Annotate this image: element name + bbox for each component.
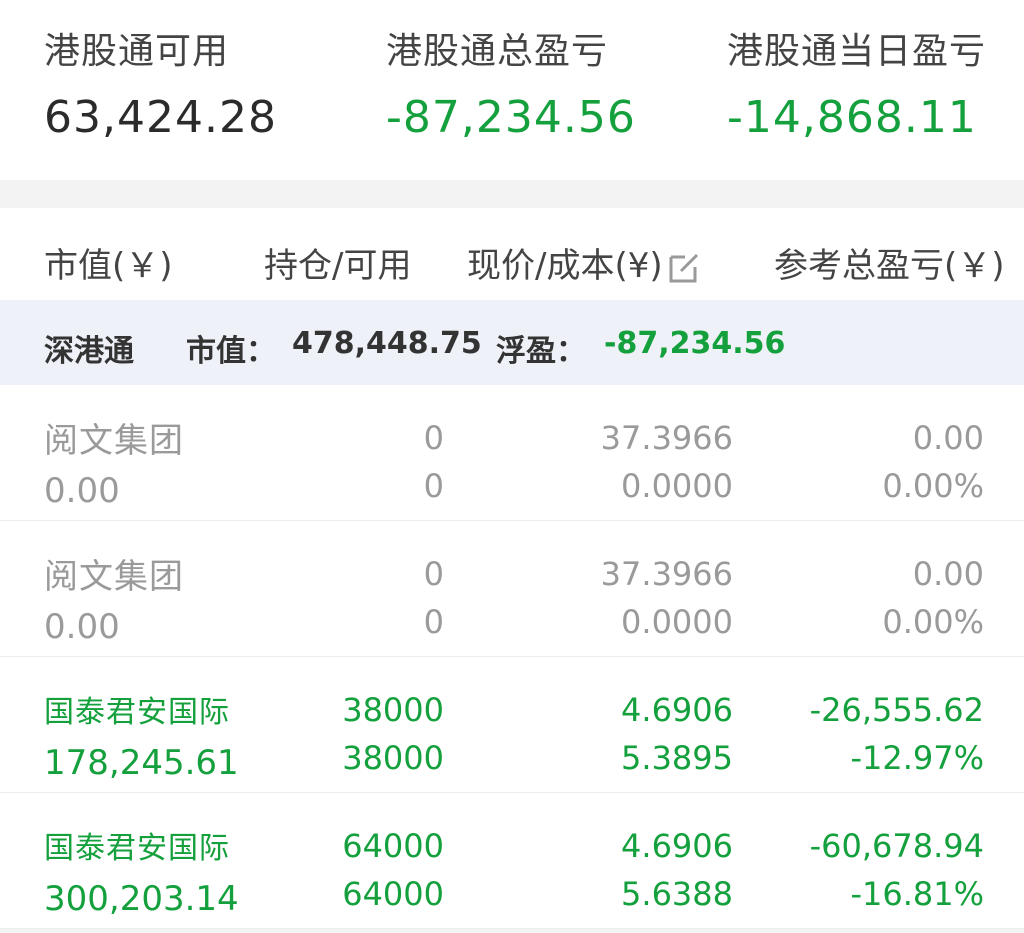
stock-pl: -60,678.94 bbox=[809, 827, 984, 865]
group-float-value: -87,234.56 bbox=[604, 326, 786, 361]
available-label: 港股通可用 bbox=[44, 31, 230, 72]
stock-market-value: 0.00 bbox=[44, 471, 120, 511]
header-price-cost[interactable]: 现价/成本(¥) bbox=[467, 238, 701, 287]
group-float-label: 浮盈： bbox=[496, 334, 586, 369]
header-position[interactable]: 持仓/可用 bbox=[264, 238, 411, 287]
stock-pl-pct: 0.00% bbox=[882, 603, 984, 641]
stock-pl-pct: -12.97% bbox=[850, 739, 984, 777]
group-bar-shenzhen-hk[interactable]: 深港通 市值： 478,448.75 浮盈： -87,234.56 bbox=[0, 300, 1024, 385]
daily-pl-label: 港股通当日盈亏 bbox=[727, 31, 987, 72]
stock-avail: 64000 bbox=[342, 875, 444, 913]
group-name: 深港通 bbox=[44, 334, 134, 369]
stock-market-value: 178,245.61 bbox=[44, 743, 239, 783]
stock-cost: 5.6388 bbox=[621, 875, 733, 913]
stock-pl: -26,555.62 bbox=[809, 691, 984, 729]
stock-price: 4.6906 bbox=[621, 691, 733, 729]
stock-hold: 38000 bbox=[342, 691, 444, 729]
stock-market-value: 0.00 bbox=[44, 607, 120, 647]
stock-pl-pct: 0.00% bbox=[882, 467, 984, 505]
stock-name: 阅文集团 bbox=[44, 421, 184, 461]
stock-pl-pct: -16.81% bbox=[850, 875, 984, 913]
available-value: 63,424.28 bbox=[44, 92, 277, 143]
daily-pl-value: -14,868.11 bbox=[727, 92, 977, 143]
section-divider bbox=[0, 180, 1024, 208]
header-ref-pl[interactable]: 参考总盈亏(￥) bbox=[774, 238, 1005, 287]
stock-name: 阅文集团 bbox=[44, 557, 184, 597]
total-pl-value: -87,234.56 bbox=[386, 92, 636, 143]
group-mv-value: 478,448.75 bbox=[292, 326, 482, 361]
stock-hold: 0 bbox=[423, 555, 444, 593]
stock-hold: 0 bbox=[423, 419, 444, 457]
holding-row[interactable]: 阅文集团 0.00 0 0 37.3966 0.0000 0.00 0.00% bbox=[0, 385, 1024, 521]
header-price-cost-label: 现价/成本(¥) bbox=[467, 246, 663, 286]
stock-hold: 64000 bbox=[342, 827, 444, 865]
header-market-value[interactable]: 市值(￥) bbox=[44, 238, 173, 287]
stock-market-value: 300,203.14 bbox=[44, 879, 239, 919]
holdings-header: 市值(￥) 持仓/可用 现价/成本(¥) 参考总盈亏(￥) bbox=[0, 208, 1024, 300]
stock-pl: 0.00 bbox=[912, 555, 984, 593]
stock-avail: 0 bbox=[423, 603, 444, 641]
stock-price: 37.3966 bbox=[600, 555, 733, 593]
holding-row[interactable]: 阅文集团 0.00 0 0 37.3966 0.0000 0.00 0.00% bbox=[0, 521, 1024, 657]
group-mv-label: 市值： bbox=[186, 334, 276, 369]
account-summary: 港股通可用 63,424.28 港股通总盈亏 -87,234.56 港股通当日盈… bbox=[0, 0, 1024, 180]
stock-avail: 38000 bbox=[342, 739, 444, 777]
stock-cost: 0.0000 bbox=[621, 603, 733, 641]
stock-price: 4.6906 bbox=[621, 827, 733, 865]
total-pl-label: 港股通总盈亏 bbox=[386, 31, 609, 72]
stock-avail: 0 bbox=[423, 467, 444, 505]
stock-price: 37.3966 bbox=[600, 419, 733, 457]
holding-row[interactable]: 国泰君安国际 300,203.14 64000 64000 4.6906 5.6… bbox=[0, 793, 1024, 929]
stock-cost: 5.3895 bbox=[621, 739, 733, 777]
stock-pl: 0.00 bbox=[912, 419, 984, 457]
stock-cost: 0.0000 bbox=[621, 467, 733, 505]
stock-name: 国泰君安国际 bbox=[44, 831, 230, 866]
stock-name: 国泰君安国际 bbox=[44, 695, 230, 730]
edit-cost-icon[interactable] bbox=[667, 251, 701, 285]
holding-row[interactable]: 国泰君安国际 178,245.61 38000 38000 4.6906 5.3… bbox=[0, 657, 1024, 793]
